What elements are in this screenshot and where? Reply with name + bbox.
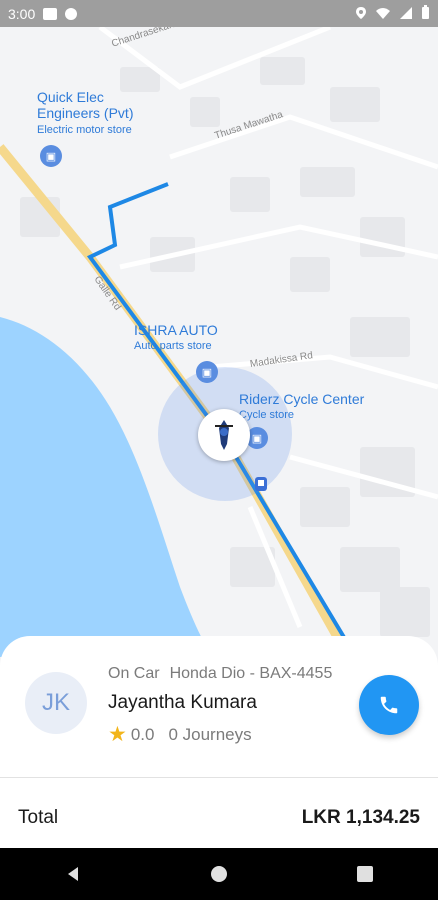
signal-icon <box>400 6 412 19</box>
youtube-icon <box>43 7 58 20</box>
status-icons <box>355 5 430 20</box>
motorbike-icon <box>215 420 233 450</box>
call-button[interactable] <box>359 675 419 735</box>
status-bar: 3:00 <box>0 0 438 27</box>
recents-icon[interactable] <box>356 865 374 883</box>
place-name-ishra[interactable]: ISHRA AUTO <box>134 322 218 338</box>
place-name-quick-elec[interactable]: Quick Elec Engineers (Pvt) <box>37 89 133 121</box>
vehicle-info: On Car Honda Dio - BAX-4455 <box>108 665 332 683</box>
vehicle-type: On Car <box>108 665 160 682</box>
divider <box>0 777 438 778</box>
total-value: LKR 1,134.25 <box>301 807 420 828</box>
water-area <box>0 317 215 657</box>
navigation-bar <box>0 848 438 900</box>
driver-name: Jayantha Kumara <box>108 692 257 713</box>
vehicle-name: Honda Dio - BAX-4455 <box>169 665 333 682</box>
battery-icon <box>422 5 429 19</box>
home-icon[interactable] <box>210 865 228 883</box>
status-time: 3:00 <box>8 5 36 22</box>
star-icon: ★ <box>108 723 127 746</box>
avatar: JK <box>25 672 87 734</box>
place-name-riderz[interactable]: Riderz Cycle Center <box>239 391 364 407</box>
app-icon <box>65 7 78 20</box>
map-canvas <box>0 27 438 657</box>
total-label: Total <box>18 807 59 828</box>
driver-rating: ★ 0.0 0 Journeys <box>108 722 252 747</box>
map-view[interactable]: Chandrasekara Rd Thusa Mawatha Madakissa… <box>0 27 438 657</box>
back-icon[interactable] <box>64 865 82 883</box>
place-category-riderz: Cycle store <box>239 409 295 421</box>
place-category-ishra: Auto parts store <box>134 340 212 352</box>
vehicle-marker[interactable] <box>198 409 250 461</box>
journeys-count: 0 Journeys <box>168 724 252 744</box>
shopping-bag-icon[interactable]: ▣ <box>40 145 62 167</box>
place-category-quick-elec: Electric motor store <box>37 124 132 136</box>
shopping-bag-icon[interactable]: ▣ <box>196 361 218 383</box>
rating-value: 0.0 <box>130 724 155 744</box>
location-icon <box>356 6 366 19</box>
wifi-icon <box>376 7 390 19</box>
phone-icon <box>380 696 398 714</box>
